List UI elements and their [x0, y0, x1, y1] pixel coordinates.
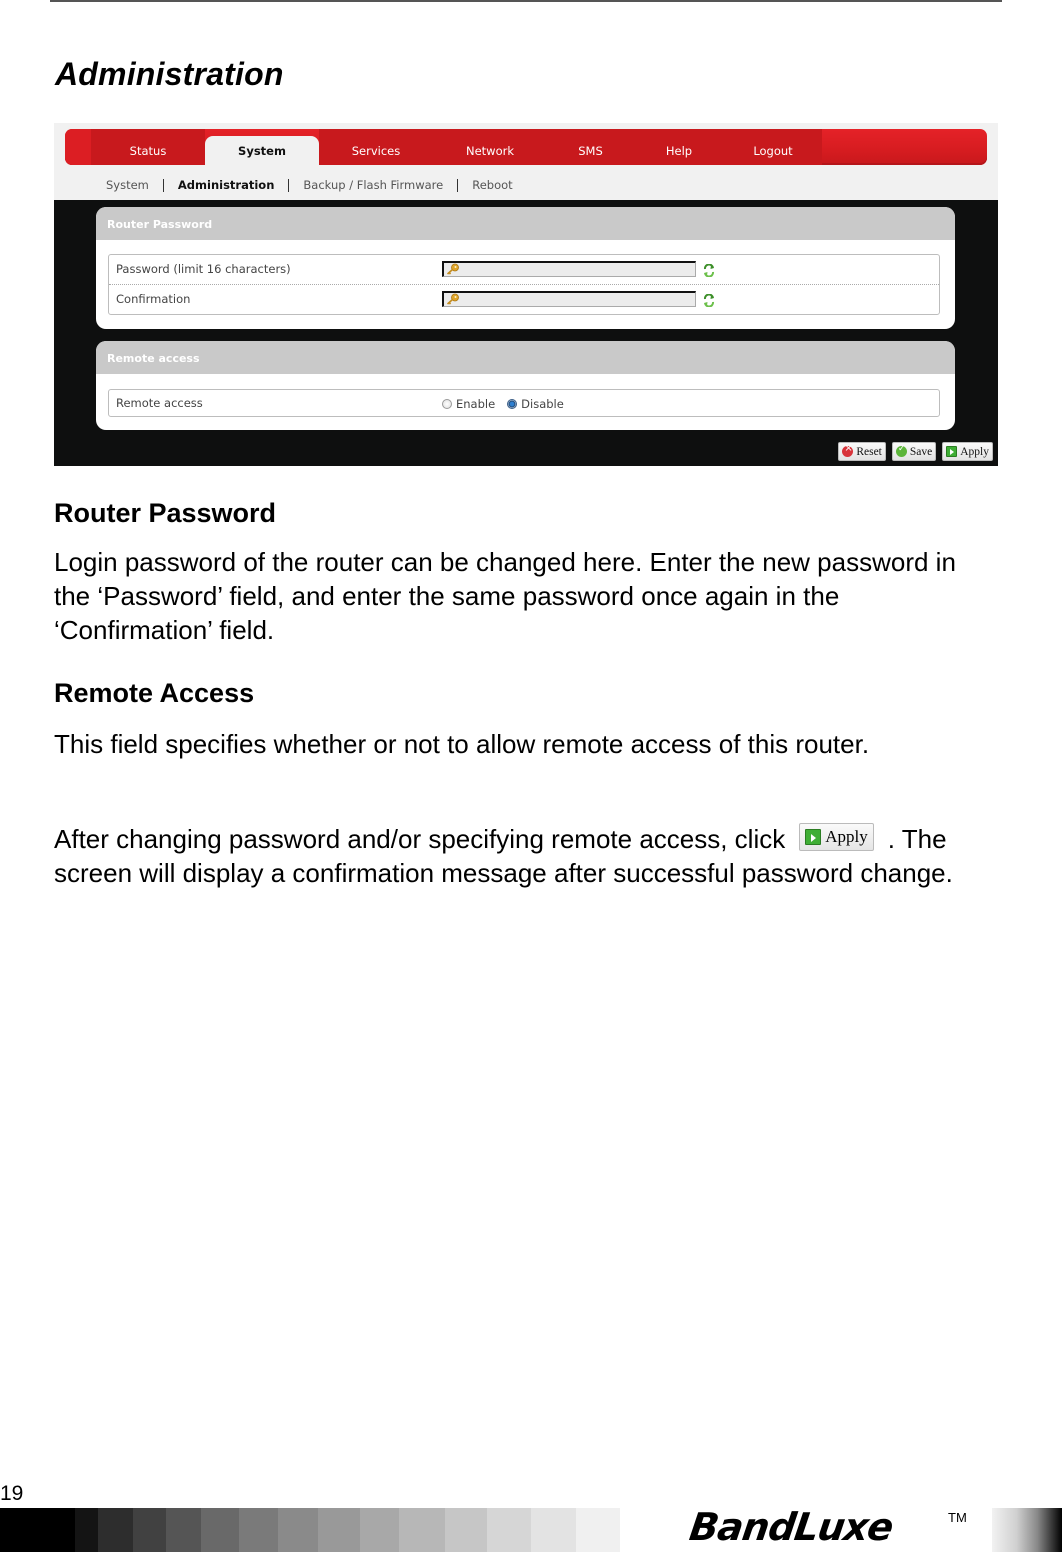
router-ui-header: Status System Services Network SMS Help … [54, 123, 998, 200]
password-input[interactable] [442, 261, 696, 277]
remote-access-radio-group: Enable Disable [442, 397, 572, 411]
password-row: Password (limit 16 characters) [109, 255, 939, 284]
inline-apply-button-image: Apply [799, 823, 874, 852]
tab-status[interactable]: Status [91, 129, 205, 165]
refresh-icon[interactable] [703, 264, 715, 277]
page-title: Administration [55, 56, 284, 92]
router-password-heading: Router Password [54, 498, 277, 528]
confirmation-row: Confirmation [109, 284, 939, 314]
subnav-divider [288, 178, 290, 192]
action-buttons: Reset Save Apply [838, 442, 993, 461]
password-label: Password (limit 16 characters) [116, 262, 291, 276]
disable-label[interactable]: Disable [521, 397, 564, 411]
remote-access-heading: Remote Access [54, 678, 255, 708]
apply-icon [805, 829, 822, 846]
tab-logout[interactable]: Logout [724, 129, 822, 165]
tab-sms[interactable]: SMS [547, 129, 634, 165]
subnav-administration[interactable]: Administration [178, 178, 275, 192]
save-button[interactable]: Save [891, 442, 937, 461]
subnav-backup-flash-firmware[interactable]: Backup / Flash Firmware [303, 178, 443, 192]
router-ui-screenshot: Status System Services Network SMS Help … [54, 123, 998, 466]
subnav-reboot[interactable]: Reboot [472, 178, 512, 192]
reset-icon [842, 443, 854, 457]
subnav-divider [162, 178, 164, 192]
reset-button[interactable]: Reset [838, 442, 886, 461]
confirmation-label: Confirmation [116, 292, 191, 306]
confirmation-input[interactable] [442, 291, 696, 307]
sub-nav: System Administration Backup / Flash Fir… [106, 178, 513, 192]
router-password-description: Login password of the router can be chan… [54, 547, 956, 645]
remote-access-panel: Remote access Remote access Enable Disab… [96, 341, 955, 430]
tab-services[interactable]: Services [319, 129, 433, 165]
router-password-panel: Router Password Password (limit 16 chara… [96, 207, 955, 329]
save-icon [895, 444, 907, 457]
remote-access-row: Remote access Enable Disable [109, 390, 939, 416]
remote-access-label: Remote access [116, 396, 203, 410]
tab-system[interactable]: System [205, 136, 319, 165]
grayscale-bar [0, 1508, 620, 1552]
apply-icon [946, 446, 958, 457]
bandluxe-logo: BandLuxe [686, 1505, 896, 1549]
apply-button[interactable]: Apply [942, 442, 993, 461]
panel-title: Router Password [96, 207, 955, 240]
grayscale-bar-right [992, 1508, 1062, 1552]
top-rule [50, 0, 1002, 2]
subnav-system[interactable]: System [106, 178, 149, 192]
tab-network[interactable]: Network [433, 129, 547, 165]
enable-label[interactable]: Enable [456, 397, 495, 411]
tab-help[interactable]: Help [634, 129, 724, 165]
refresh-icon[interactable] [703, 294, 715, 307]
trademark-symbol: TM [948, 1510, 967, 1525]
enable-radio[interactable] [442, 399, 452, 409]
main-nav: Status System Services Network SMS Help … [65, 129, 987, 165]
page-number: 19 [0, 1482, 24, 1505]
remote-access-description: This field specifies whether or not to a… [54, 729, 870, 759]
subnav-divider [457, 178, 459, 192]
panel-title: Remote access [96, 341, 955, 374]
apply-instruction: After changing password and/or specifyin… [54, 823, 953, 888]
disable-radio[interactable] [507, 399, 518, 409]
